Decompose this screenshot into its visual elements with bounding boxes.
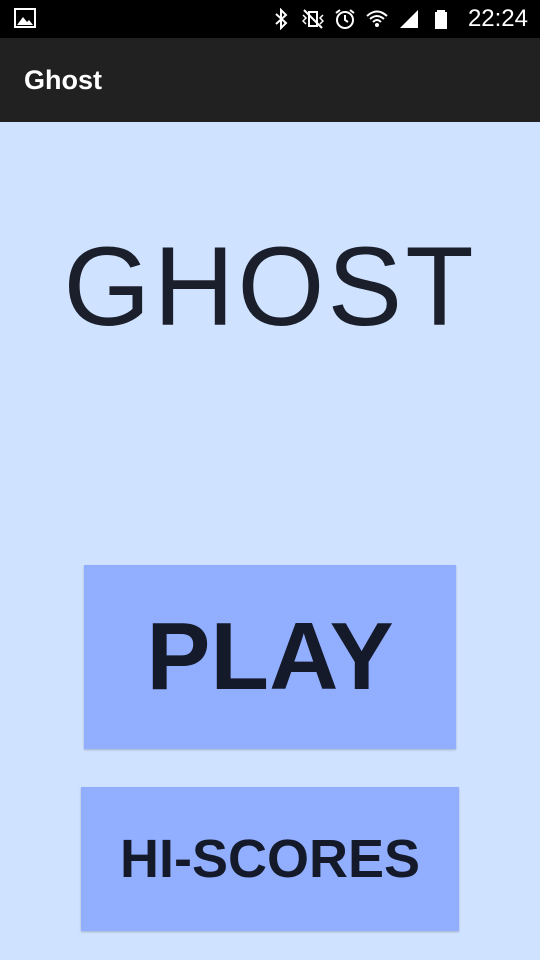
- play-button[interactable]: PLAY: [84, 565, 456, 749]
- app-bar: Ghost: [0, 38, 540, 122]
- hi-scores-button[interactable]: HI-SCORES: [81, 787, 459, 931]
- app-title: Ghost: [24, 65, 102, 95]
- gallery-icon: [14, 8, 36, 28]
- bluetooth-icon: [275, 8, 288, 30]
- status-time: 22:24: [467, 5, 528, 32]
- main-content: GHOST PLAY HI-SCORES: [0, 122, 540, 960]
- status-icons: [270, 6, 452, 32]
- status-bar: 22:24: [0, 0, 540, 38]
- alarm-icon: [335, 9, 355, 29]
- battery-icon: [435, 10, 447, 29]
- wifi-icon: [366, 10, 388, 27]
- game-title: GHOST: [63, 224, 477, 349]
- cell-signal-icon: [400, 10, 418, 28]
- vibrate-icon: [302, 9, 324, 29]
